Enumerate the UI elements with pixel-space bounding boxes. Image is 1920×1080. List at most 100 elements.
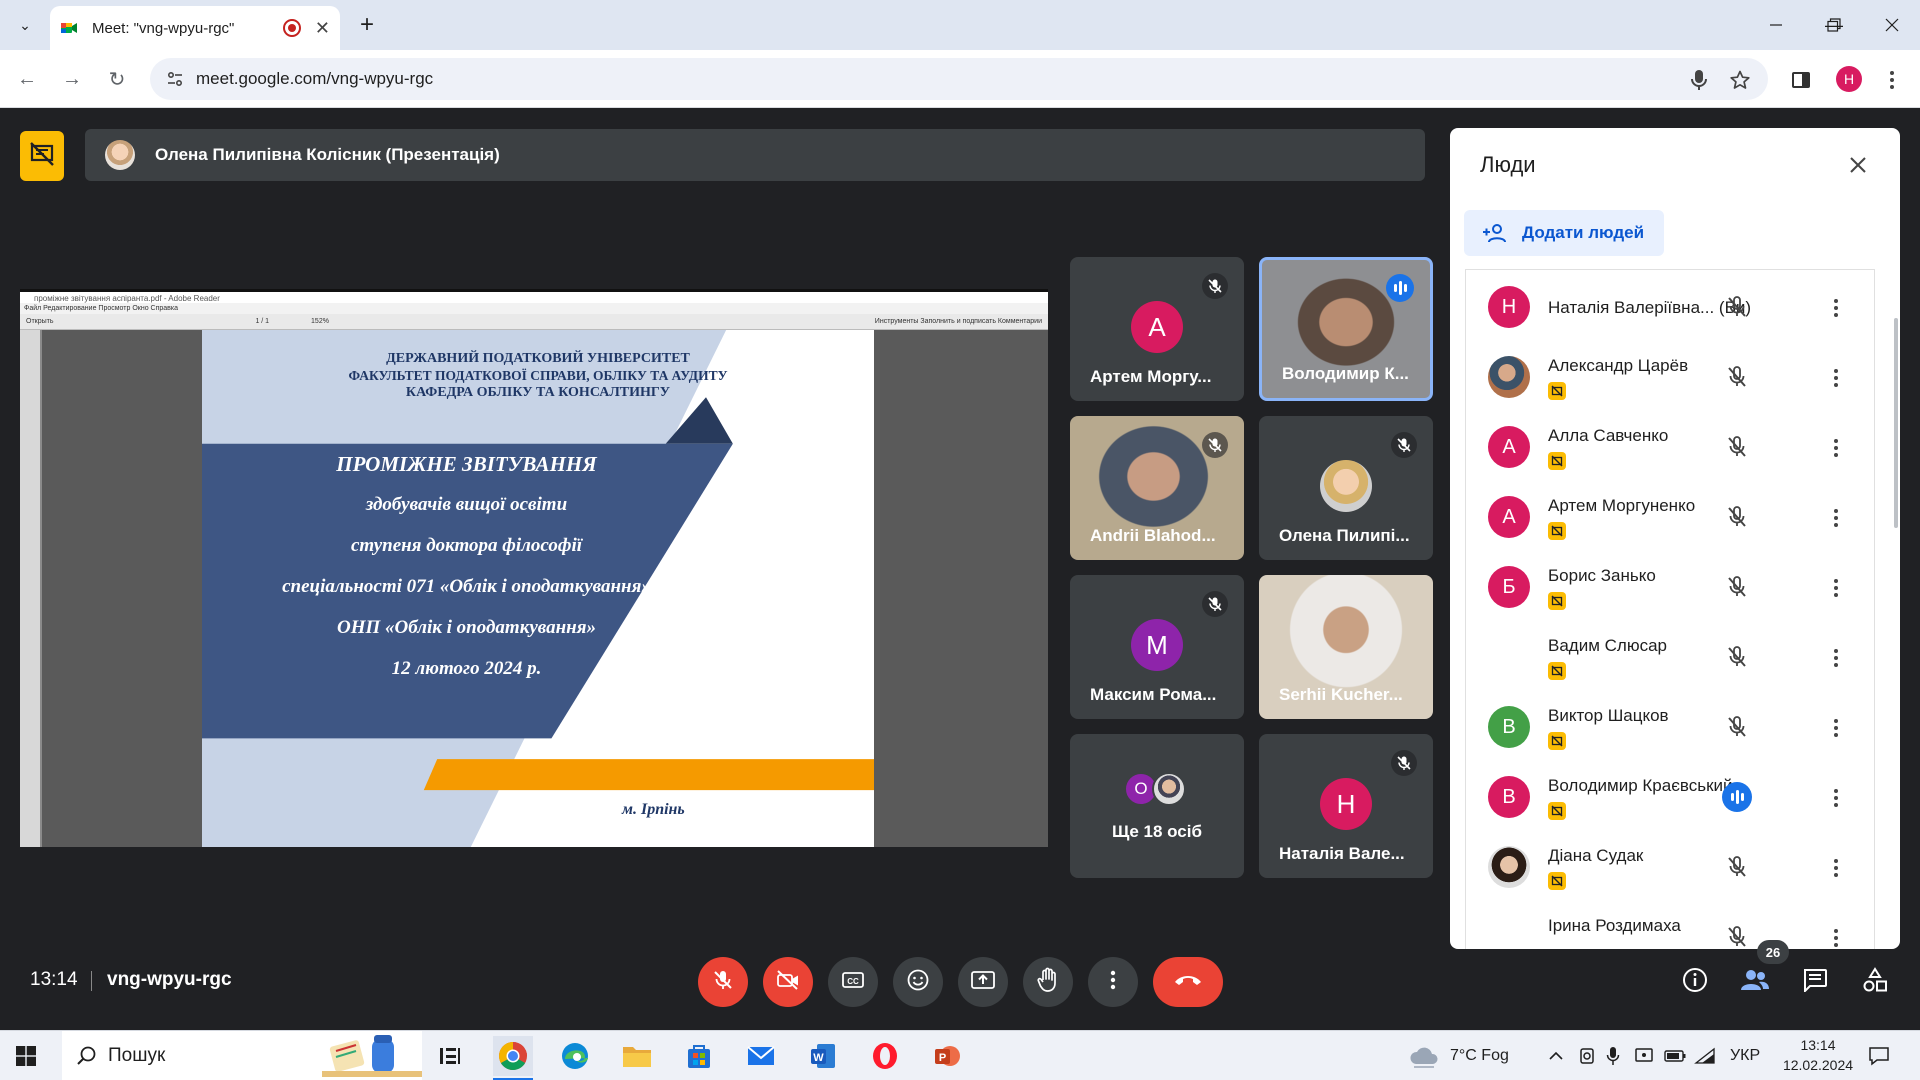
mic-off-icon[interactable] bbox=[1722, 502, 1752, 532]
more-vert-icon[interactable] bbox=[1824, 504, 1848, 532]
more-vert-icon[interactable] bbox=[1824, 364, 1848, 392]
mic-off-icon[interactable] bbox=[1722, 362, 1752, 392]
notifications-icon[interactable] bbox=[1868, 1031, 1890, 1080]
participant-tile[interactable]: M Максим Рома... bbox=[1070, 575, 1244, 719]
participant-name: Александр Царёв bbox=[1548, 356, 1689, 375]
taskbar-opera[interactable] bbox=[865, 1036, 905, 1076]
more-vert-icon[interactable] bbox=[1824, 434, 1848, 462]
participant-row[interactable]: Александр Царёв bbox=[1466, 344, 1874, 414]
reactions-button[interactable] bbox=[893, 957, 943, 1007]
powerpoint-icon: P bbox=[935, 1046, 960, 1066]
profile-avatar[interactable]: H bbox=[1836, 66, 1862, 92]
participant-count-badge: 26 bbox=[1757, 940, 1789, 964]
presentation-badge-icon bbox=[1548, 872, 1566, 890]
raise-hand-button[interactable] bbox=[1023, 957, 1073, 1007]
taskbar-powerpoint[interactable]: P bbox=[927, 1036, 967, 1076]
captions-button[interactable]: CC bbox=[828, 957, 878, 1007]
participant-tile[interactable]: Олена Пилипі... bbox=[1259, 416, 1433, 560]
taskbar-word[interactable]: W bbox=[803, 1036, 843, 1076]
taskbar-chrome[interactable] bbox=[493, 1036, 533, 1080]
participant-row[interactable]: А Алла Савченко bbox=[1466, 414, 1874, 484]
taskbar-mail[interactable] bbox=[741, 1036, 781, 1076]
mic-off-icon[interactable] bbox=[1722, 712, 1752, 742]
mic-off-icon[interactable] bbox=[1722, 642, 1752, 672]
participant-row[interactable]: Вадим Слюсар bbox=[1466, 624, 1874, 694]
weather-widget[interactable]: 7°C Fog bbox=[1408, 1031, 1509, 1080]
more-vert-icon[interactable] bbox=[1824, 644, 1848, 672]
more-vert-icon[interactable] bbox=[1824, 854, 1848, 882]
microphone-icon[interactable] bbox=[1687, 68, 1711, 92]
present-screen-button[interactable] bbox=[958, 957, 1008, 1007]
participant-row[interactable]: В Володимир Краєвський bbox=[1466, 764, 1874, 834]
leave-call-button[interactable] bbox=[1153, 957, 1223, 1007]
more-participants-tile[interactable]: O Ще 18 осіб bbox=[1070, 734, 1244, 878]
participant-tile-active-speaker[interactable]: Володимир К... bbox=[1259, 257, 1433, 401]
people-scrollbar[interactable] bbox=[1894, 318, 1898, 528]
bookmark-star-icon[interactable] bbox=[1728, 68, 1752, 92]
word-icon: W bbox=[811, 1044, 835, 1068]
reload-icon[interactable]: ↻ bbox=[102, 64, 132, 94]
tray-microphone-icon[interactable] bbox=[1606, 1031, 1620, 1080]
participant-row[interactable]: Ірина Роздимаха bbox=[1466, 904, 1874, 949]
participant-tile[interactable]: Serhii Kucher... bbox=[1259, 575, 1433, 719]
participant-row[interactable]: H Наталія Валеріївна... (Ви) bbox=[1466, 274, 1874, 344]
windows-start-button[interactable] bbox=[16, 1046, 36, 1066]
new-tab-button[interactable]: + bbox=[352, 10, 382, 40]
tray-overflow-icon[interactable] bbox=[1548, 1031, 1564, 1080]
participant-tile[interactable]: Andrii Blahod... bbox=[1070, 416, 1244, 560]
side-panel-icon[interactable] bbox=[1789, 68, 1813, 92]
microphone-toggle-button[interactable] bbox=[698, 957, 748, 1007]
address-bar[interactable]: meet.google.com/vng-wpyu-rgc bbox=[150, 58, 1768, 100]
taskbar-store[interactable] bbox=[679, 1036, 719, 1076]
task-view-button[interactable] bbox=[430, 1036, 470, 1076]
battery-icon[interactable] bbox=[1664, 1031, 1686, 1080]
more-vert-icon[interactable] bbox=[1824, 574, 1848, 602]
wifi-icon[interactable] bbox=[1694, 1031, 1716, 1080]
restore-button[interactable] bbox=[1806, 0, 1862, 50]
more-vert-icon[interactable] bbox=[1824, 294, 1848, 322]
minimize-button[interactable] bbox=[1748, 0, 1804, 50]
language-indicator[interactable]: УКР bbox=[1730, 1031, 1760, 1080]
search-icon bbox=[76, 1045, 98, 1067]
browser-tab-meet[interactable]: Meet: "vng-wpyu-rgc" ✕ bbox=[50, 6, 340, 50]
mic-off-icon[interactable] bbox=[1722, 852, 1752, 882]
tab-search-button[interactable]: ⌄ bbox=[10, 10, 40, 40]
close-window-button[interactable] bbox=[1864, 0, 1920, 50]
mic-off-icon[interactable] bbox=[1722, 922, 1752, 949]
mic-off-icon[interactable] bbox=[1722, 292, 1752, 322]
tray-app-icon[interactable] bbox=[1578, 1031, 1596, 1080]
taskbar-edge[interactable] bbox=[555, 1036, 595, 1076]
more-vert-icon[interactable] bbox=[1824, 924, 1848, 949]
site-info-icon[interactable] bbox=[165, 69, 185, 89]
activities-icon bbox=[1862, 966, 1888, 998]
activities-button[interactable] bbox=[1857, 964, 1893, 1000]
participant-avatar: А bbox=[1488, 496, 1530, 538]
participant-row[interactable]: Б Борис Занько bbox=[1466, 554, 1874, 624]
taskbar-search[interactable]: Пошук bbox=[62, 1031, 422, 1080]
participant-row[interactable]: А Артем Моргуненко bbox=[1466, 484, 1874, 554]
participant-row[interactable]: Діана Судак bbox=[1466, 834, 1874, 904]
add-people-button[interactable]: Додати людей bbox=[1464, 210, 1664, 256]
close-panel-icon[interactable] bbox=[1845, 152, 1871, 178]
mic-off-icon[interactable] bbox=[1722, 572, 1752, 602]
mic-off-icon[interactable] bbox=[1722, 432, 1752, 462]
more-options-button[interactable] bbox=[1088, 957, 1138, 1007]
chat-button[interactable] bbox=[1797, 964, 1833, 1000]
system-clock[interactable]: 13:14 12.02.2024 bbox=[1778, 1035, 1858, 1075]
taskbar-file-explorer[interactable] bbox=[617, 1036, 657, 1076]
more-vert-icon[interactable] bbox=[1824, 784, 1848, 812]
participant-tile[interactable]: A Артем Моргу... bbox=[1070, 257, 1244, 401]
forward-arrow-icon[interactable]: → bbox=[57, 64, 87, 94]
camera-toggle-button[interactable] bbox=[763, 957, 813, 1007]
people-button[interactable] bbox=[1737, 964, 1773, 1000]
close-tab-icon[interactable]: ✕ bbox=[315, 18, 330, 39]
more-menu-icon[interactable] bbox=[1880, 68, 1904, 92]
more-vert-icon[interactable] bbox=[1824, 714, 1848, 742]
participant-row[interactable]: В Виктор Шацков bbox=[1466, 694, 1874, 764]
meeting-details-button[interactable] bbox=[1677, 964, 1713, 1000]
participant-tile[interactable]: H Наталія Вале... bbox=[1259, 734, 1433, 878]
tray-display-icon[interactable] bbox=[1634, 1031, 1654, 1080]
back-arrow-icon[interactable]: ← bbox=[12, 64, 42, 94]
speaking-indicator-icon[interactable] bbox=[1722, 782, 1752, 812]
presentation-indicator[interactable] bbox=[20, 131, 64, 181]
